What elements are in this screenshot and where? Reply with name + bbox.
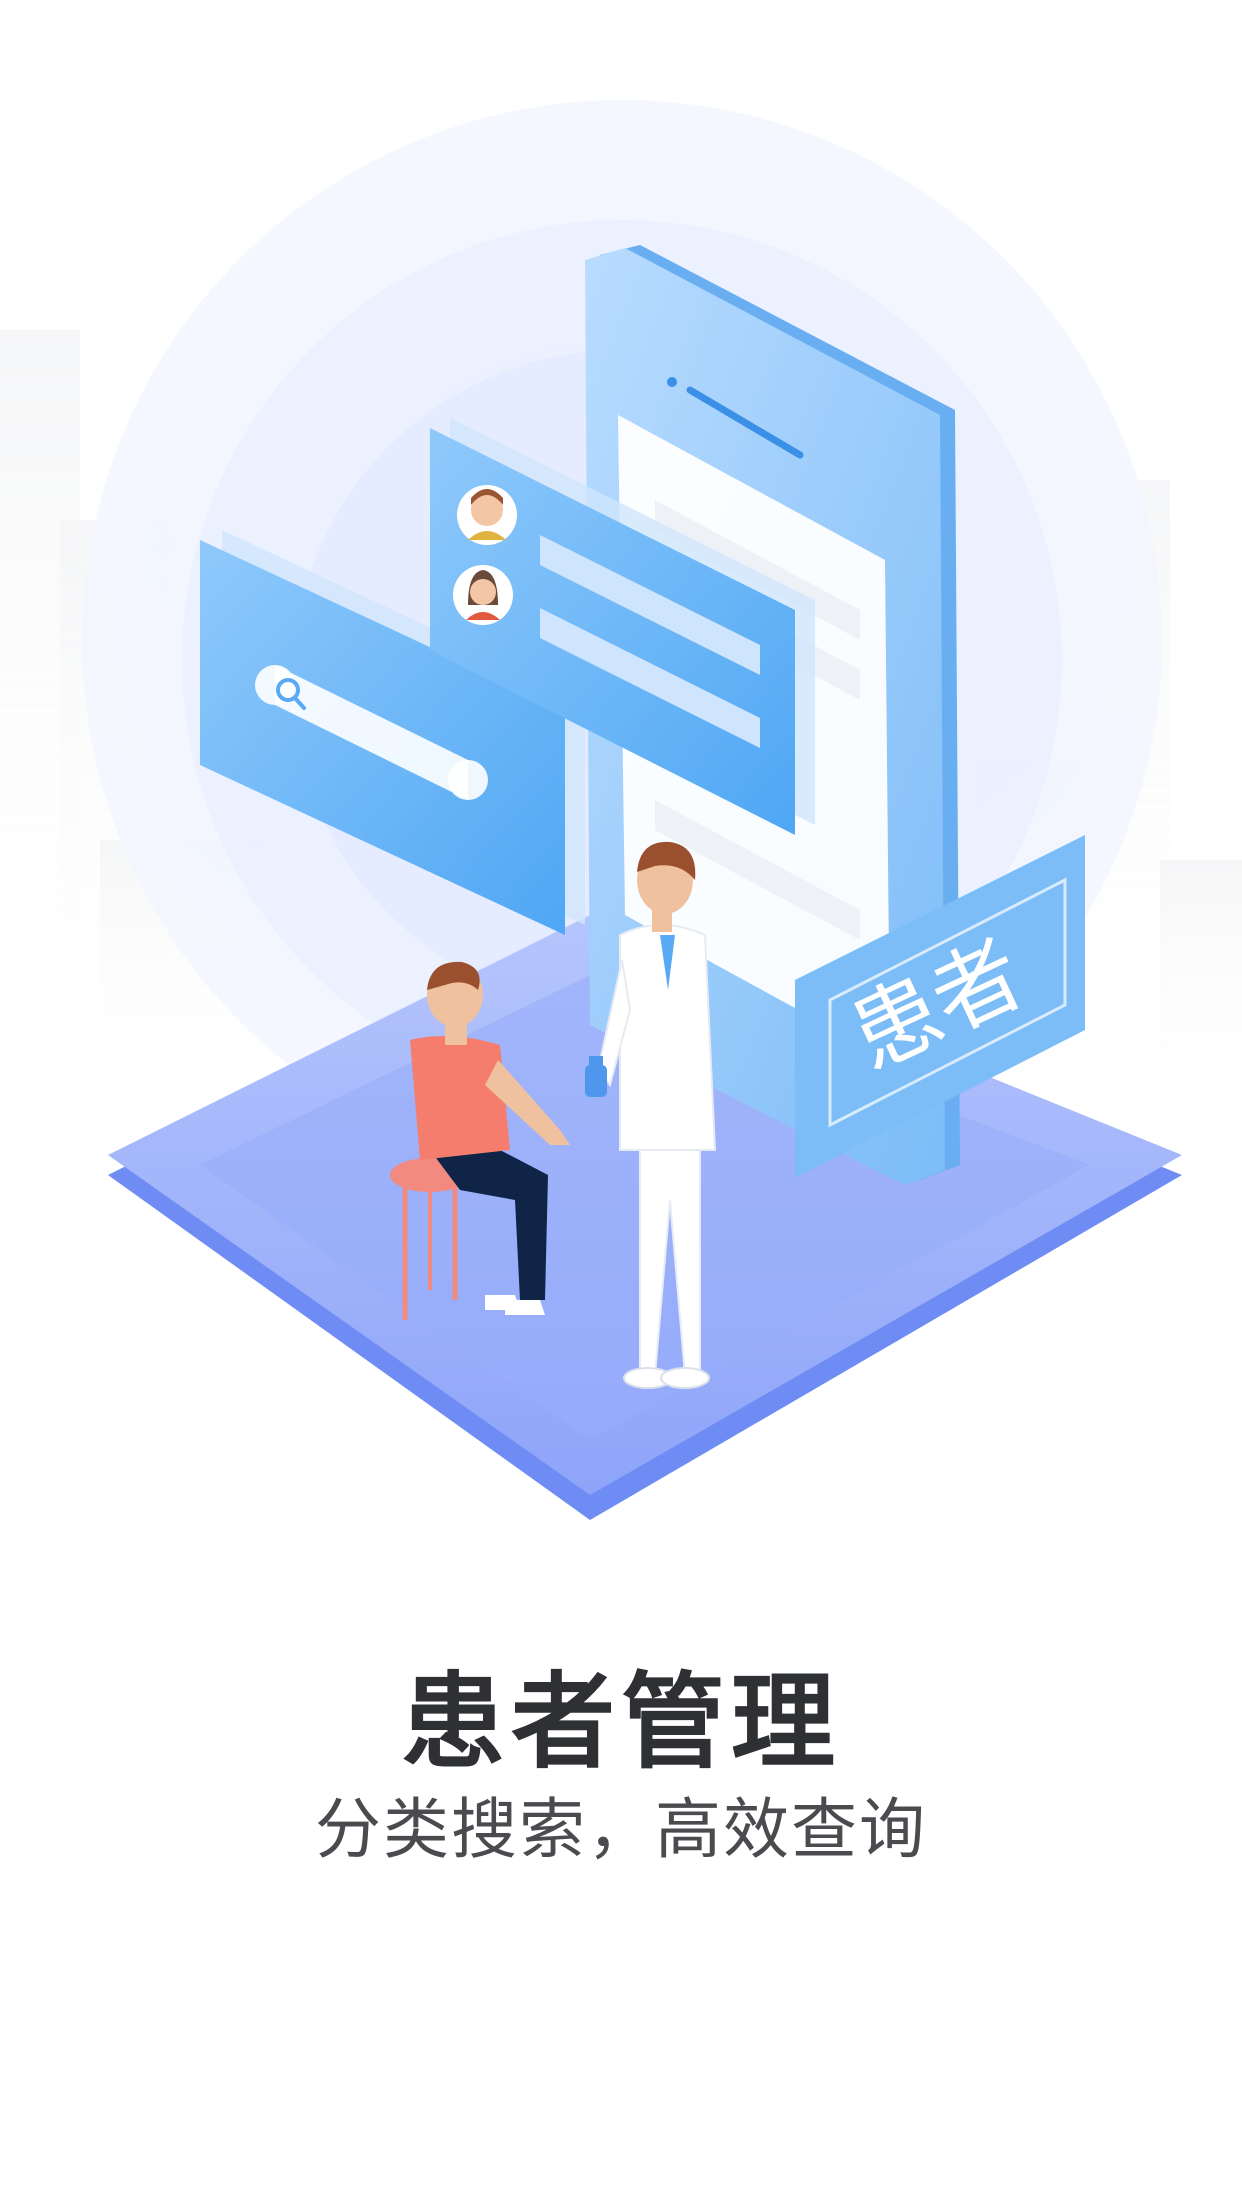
page-title: 患者管理 [400,1661,841,1783]
page-subtitle: 分类搜索，高效查询 [315,1791,927,1868]
illustration: 患者 [0,100,1242,1520]
patient-avatar-male-icon [457,485,517,545]
patient-avatar-female-icon [453,565,513,625]
onboarding-screen: 患者 患者管理 分类搜索，高效查询 [0,0,1242,2208]
